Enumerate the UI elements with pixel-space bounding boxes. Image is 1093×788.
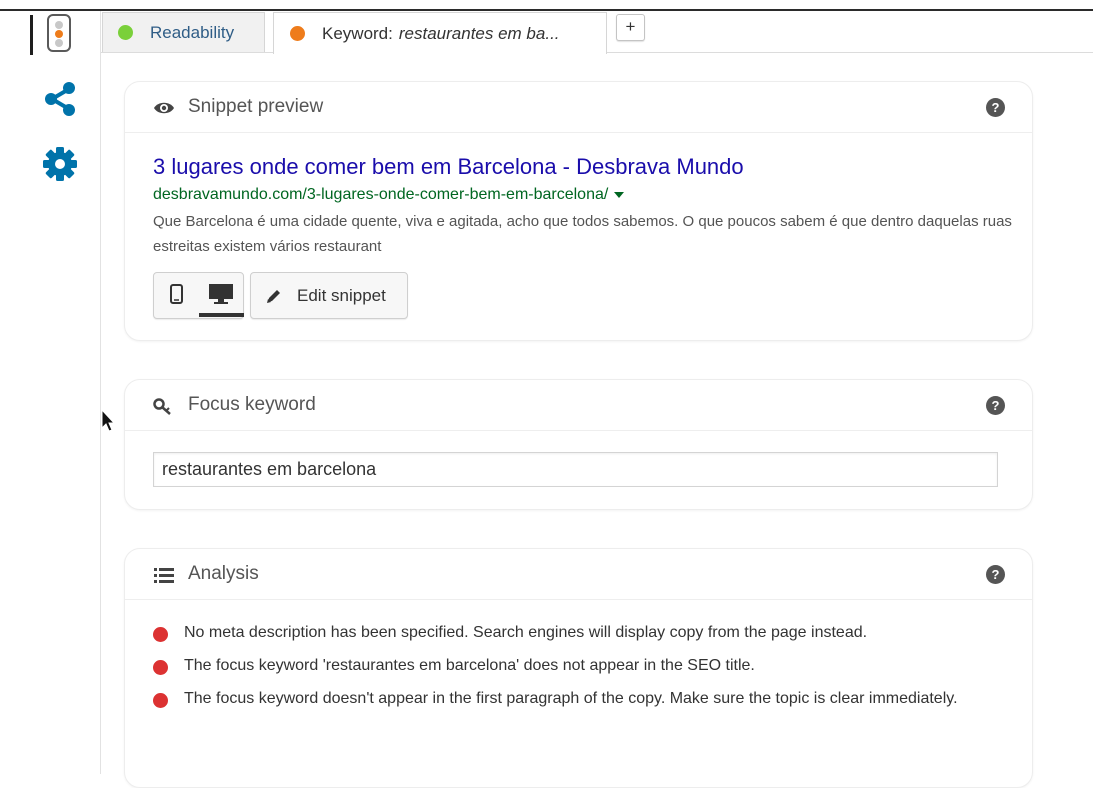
help-icon[interactable]: ? xyxy=(986,565,1005,584)
analysis-results-list: No meta description has been specified. … xyxy=(153,621,973,720)
mobile-icon[interactable] xyxy=(170,284,183,304)
analysis-result-item: No meta description has been specified. … xyxy=(153,621,973,645)
help-icon[interactable]: ? xyxy=(986,396,1005,415)
snippet-url[interactable]: desbravamundo.com/3-lugares-onde-comer-b… xyxy=(153,186,625,204)
share-icon[interactable] xyxy=(43,82,77,116)
snippet-seo-title[interactable]: 3 lugares onde comer bem em Barcelona - … xyxy=(153,154,744,180)
pencil-icon xyxy=(267,290,280,303)
caret-down-icon xyxy=(614,191,625,198)
analysis-result-item: The focus keyword doesn't appear in the … xyxy=(153,687,973,711)
snippet-meta-description[interactable]: Que Barcelona é uma cidade quente, viva … xyxy=(153,209,1013,259)
focus-keyword-header[interactable]: Focus keyword ? xyxy=(125,380,1032,431)
list-icon xyxy=(154,568,174,583)
traffic-light-bottom xyxy=(55,39,63,47)
traffic-light-middle xyxy=(55,30,63,38)
focus-keyword-title: Focus keyword xyxy=(188,394,316,415)
sidebar-divider xyxy=(100,11,101,774)
traffic-light-top xyxy=(55,21,63,29)
analysis-header[interactable]: Analysis ? xyxy=(125,549,1032,600)
result-status-dot xyxy=(153,627,168,642)
eye-icon xyxy=(154,102,174,114)
edit-snippet-button[interactable]: Edit snippet xyxy=(250,272,408,319)
analysis-title: Analysis xyxy=(188,563,259,584)
tab-readability[interactable]: Readability xyxy=(102,12,265,52)
analysis-result-item: The focus keyword 'restaurantes em barce… xyxy=(153,654,973,678)
focus-keyword-input[interactable] xyxy=(153,452,998,487)
traffic-light-icon[interactable] xyxy=(47,14,71,52)
analysis-card: Analysis ? No meta description has been … xyxy=(124,548,1033,788)
keyword-status-dot xyxy=(290,26,305,41)
key-icon xyxy=(153,398,171,415)
top-border xyxy=(0,9,1093,11)
snippet-preview-title: Snippet preview xyxy=(188,96,324,117)
tab-keyword[interactable]: Keyword: restaurantes em ba... xyxy=(273,12,607,54)
analysis-result-text: The focus keyword doesn't appear in the … xyxy=(184,690,958,707)
snippet-url-text: desbravamundo.com/3-lugares-onde-comer-b… xyxy=(153,186,609,203)
device-toggle-group xyxy=(153,272,244,319)
desktop-icon[interactable] xyxy=(208,283,234,305)
readability-status-dot xyxy=(118,25,133,40)
snippet-preview-header[interactable]: Snippet preview ? xyxy=(125,82,1032,133)
tab-readability-label: Readability xyxy=(150,22,235,42)
mouse-cursor-icon xyxy=(101,409,115,432)
result-status-dot xyxy=(153,693,168,708)
focus-keyword-card: Focus keyword ? xyxy=(124,379,1033,510)
analysis-result-text: No meta description has been specified. … xyxy=(184,624,868,641)
result-status-dot xyxy=(153,660,168,675)
snippet-preview-card: Snippet preview ? 3 lugares onde comer b… xyxy=(124,81,1033,341)
tab-keyword-prefix: Keyword: xyxy=(322,23,393,43)
sidebar-active-indicator xyxy=(30,15,33,55)
edit-snippet-label: Edit snippet xyxy=(297,286,386,305)
tab-keyword-label: restaurantes em ba... xyxy=(398,23,560,43)
gear-icon[interactable] xyxy=(43,146,77,182)
active-device-indicator xyxy=(199,313,244,317)
add-keyword-tab-button[interactable]: + xyxy=(616,14,645,41)
help-icon[interactable]: ? xyxy=(986,98,1005,117)
analysis-result-text: The focus keyword 'restaurantes em barce… xyxy=(184,657,755,674)
